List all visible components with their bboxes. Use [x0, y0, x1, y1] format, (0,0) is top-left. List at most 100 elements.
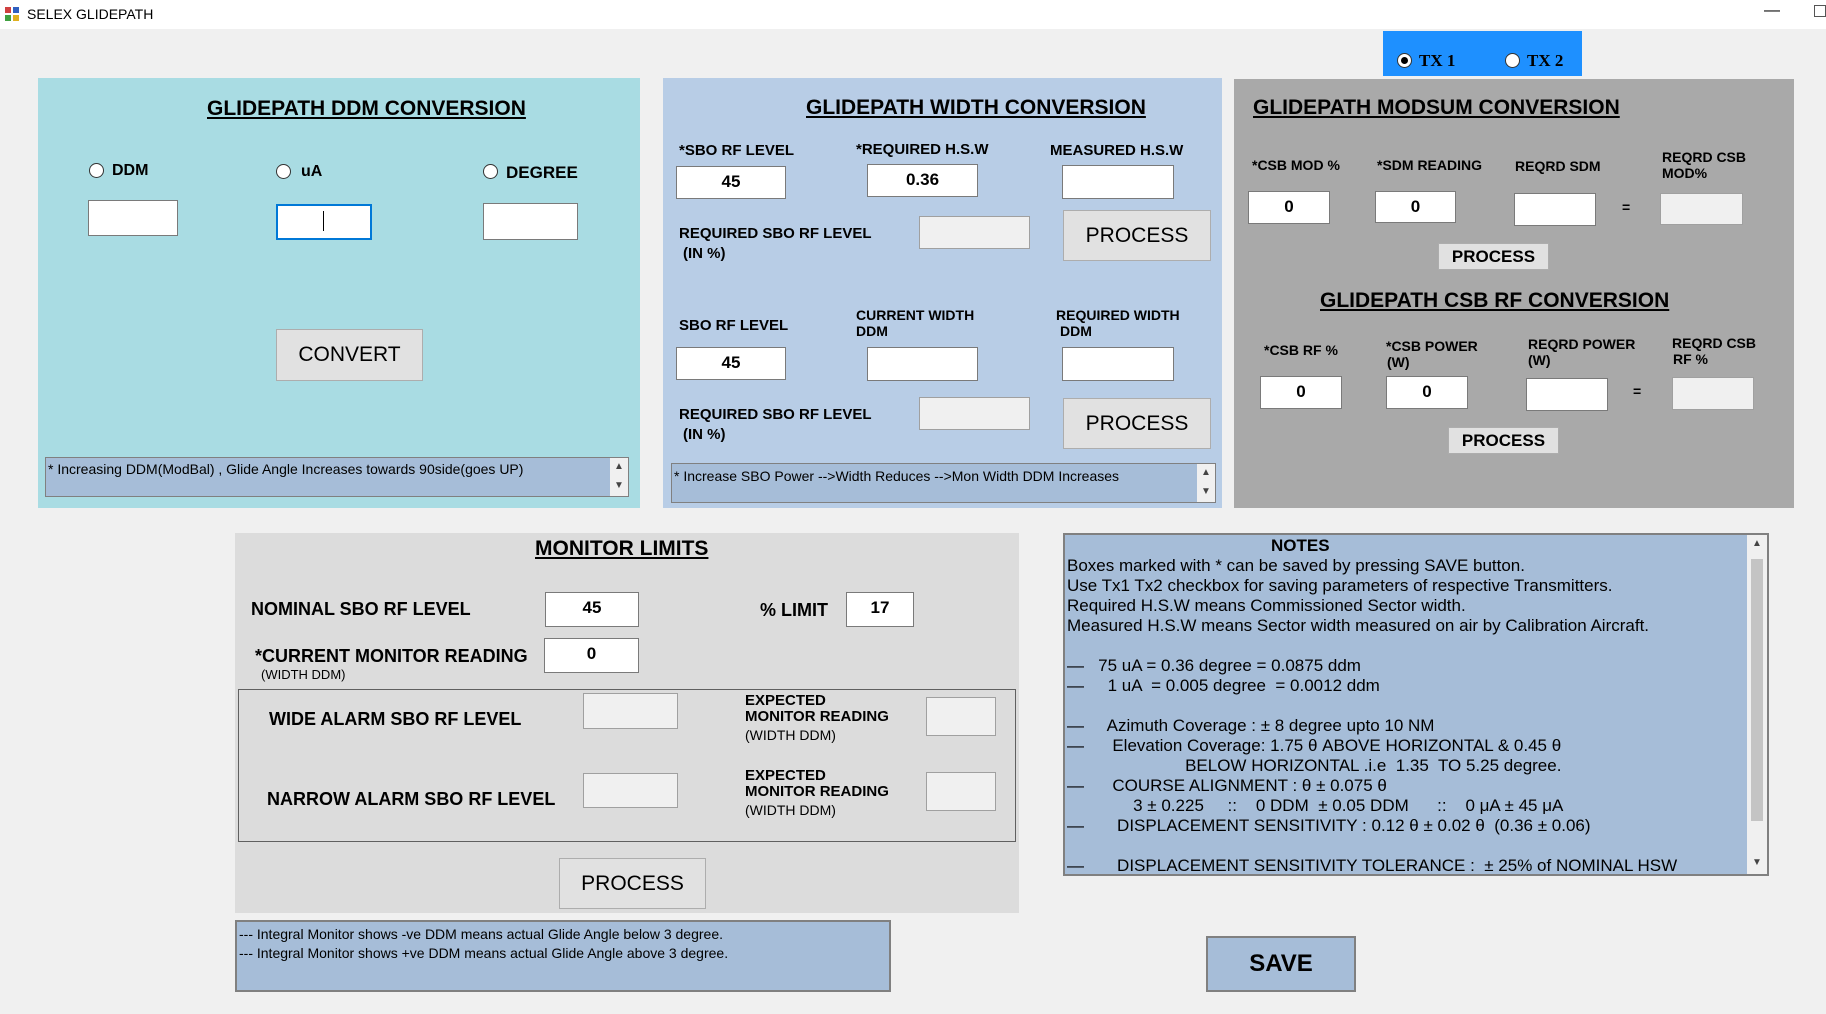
notes-line: — DISPLACEMENT SENSITIVITY : 0.12 θ ± 0.…	[1067, 816, 1591, 835]
meas-hsw-input[interactable]	[1062, 165, 1174, 199]
reqrd-csb-rf-output	[1672, 377, 1754, 410]
window-title: SELEX GLIDEPATH	[27, 6, 154, 22]
integral-note-line-1: --- Integral Monitor shows -ve DDM means…	[239, 926, 723, 942]
req-hsw-label: *REQUIRED H.S.W	[856, 141, 989, 158]
csb-mod-label: *CSB MOD %	[1252, 157, 1340, 173]
reqrd-sdm-input[interactable]	[1514, 193, 1596, 226]
width-note-box[interactable]: * Increase SBO Power -->Width Reduces --…	[671, 463, 1216, 503]
monitor-process-button[interactable]: PROCESS	[559, 858, 706, 909]
expected-wide-label-2: MONITOR READING	[745, 708, 889, 725]
notes-line	[1067, 836, 1677, 856]
csb-rf-label: *CSB RF %	[1264, 342, 1338, 358]
sbo-rf2-input[interactable]: 45	[676, 347, 786, 380]
monitor-panel-title: MONITOR LIMITS	[535, 537, 709, 560]
scroll-down-icon[interactable]: ▼	[1199, 486, 1213, 497]
alarm-group-box: WIDE ALARM SBO RF LEVEL EXPECTED MONITOR…	[238, 689, 1016, 842]
req-sbo-unit: (IN %)	[683, 245, 726, 262]
notes-line: — DISPLACEMENT SENSITIVITY TOLERANCE : ±…	[1067, 856, 1678, 875]
nominal-sbo-label: NOMINAL SBO RF LEVEL	[251, 599, 471, 619]
reqrd-csb-mod-output	[1660, 193, 1743, 225]
notes-box[interactable]: NOTES Boxes marked with * can be saved b…	[1063, 533, 1769, 876]
convert-button[interactable]: CONVERT	[276, 329, 423, 381]
reqrd-csb-rf-unit: RF %	[1673, 351, 1708, 367]
width-panel-title: GLIDEPATH WIDTH CONVERSION	[806, 96, 1146, 119]
degree-radio[interactable]	[483, 164, 498, 179]
percent-limit-label: % LIMIT	[760, 600, 828, 620]
reqrd-sdm-label: REQRD SDM	[1515, 158, 1601, 174]
csbrf-equals: =	[1633, 383, 1642, 399]
req-sbo2-unit: (IN %)	[683, 426, 726, 443]
tx1-radio[interactable]	[1397, 53, 1412, 68]
notes-line: 3 ± 0.225 :: 0 DDM ± 0.05 DDM :: 0 μA ± …	[1067, 796, 1564, 815]
nominal-sbo-input[interactable]: 45	[545, 592, 639, 627]
req-hsw-input[interactable]: 0.36	[867, 164, 978, 197]
ddm-note-text: * Increasing DDM(ModBal) , Glide Angle I…	[48, 461, 524, 477]
csb-power-input[interactable]: 0	[1386, 376, 1468, 409]
expected-narrow-label-2: MONITOR READING	[745, 783, 889, 800]
maximize-button[interactable]	[1814, 5, 1826, 17]
csbrf-process-button[interactable]: PROCESS	[1448, 427, 1559, 454]
ua-radio-label: uA	[301, 163, 323, 180]
expected-wide-output	[926, 697, 996, 736]
scroll-up-icon[interactable]: ▲	[1199, 467, 1213, 478]
csb-rf-input[interactable]: 0	[1260, 376, 1342, 409]
width-process-button[interactable]: PROCESS	[1063, 210, 1211, 261]
reqrd-power-unit: (W)	[1528, 352, 1551, 368]
current-monitor-sub: (WIDTH DDM)	[261, 667, 346, 682]
req-width-unit: DDM	[1060, 323, 1092, 339]
ddm-radio[interactable]	[89, 163, 104, 178]
notes-line: Use Tx1 Tx2 checkbox for saving paramete…	[1067, 576, 1613, 595]
ua-radio[interactable]	[276, 164, 291, 179]
ddm-radio-label: DDM	[112, 162, 149, 179]
wide-alarm-label: WIDE ALARM SBO RF LEVEL	[269, 709, 522, 729]
tx2-radio[interactable]	[1505, 53, 1520, 68]
monitor-limits-panel: MONITOR LIMITS NOMINAL SBO RF LEVEL 45 %…	[235, 533, 1019, 913]
notes-body: Boxes marked with * can be saved by pres…	[1067, 556, 1677, 876]
minimize-button[interactable]: —	[1760, 2, 1784, 20]
ddm-panel-title: GLIDEPATH DDM CONVERSION	[207, 97, 526, 120]
meas-hsw-label: MEASURED H.S.W	[1050, 142, 1184, 159]
scroll-up-icon[interactable]: ▲	[1750, 538, 1764, 549]
ua-input[interactable]	[276, 204, 372, 240]
reqrd-power-input[interactable]	[1526, 378, 1608, 411]
ddm-conversion-panel: GLIDEPATH DDM CONVERSION DDM uA DEGREE C…	[38, 78, 640, 508]
scroll-down-icon[interactable]: ▼	[1750, 857, 1764, 868]
notes-scroll-thumb[interactable]	[1751, 559, 1763, 821]
sbo-rf2-label: SBO RF LEVEL	[679, 317, 789, 334]
sbo-rf-input[interactable]: 45	[676, 166, 786, 199]
expected-narrow-sub: (WIDTH DDM)	[745, 802, 836, 818]
degree-input[interactable]	[483, 203, 578, 240]
ddm-note-box[interactable]: * Increasing DDM(ModBal) , Glide Angle I…	[45, 457, 629, 497]
width-process2-button[interactable]: PROCESS	[1063, 398, 1211, 449]
req-sbo2-output	[919, 397, 1030, 430]
notes-line	[1067, 696, 1677, 716]
scroll-down-icon[interactable]: ▼	[612, 480, 626, 491]
notes-line: BELOW HORIZONTAL .i.e 1.35 TO 5.25 degre…	[1067, 756, 1562, 775]
reqrd-power-label: REQRD POWER	[1528, 336, 1636, 352]
text-cursor	[323, 211, 324, 231]
scroll-up-icon[interactable]: ▲	[612, 461, 626, 472]
cur-width-unit: DDM	[856, 323, 888, 339]
expected-wide-label: EXPECTED	[745, 692, 826, 709]
wide-alarm-output	[583, 693, 678, 729]
cur-width-input[interactable]	[867, 347, 978, 381]
percent-limit-input[interactable]: 17	[846, 592, 914, 627]
csbrf-panel-title: GLIDEPATH CSB RF CONVERSION	[1320, 289, 1670, 312]
sbo-rf-label: *SBO RF LEVEL	[679, 142, 795, 159]
req-sbo2-label: REQUIRED SBO RF LEVEL	[679, 406, 872, 423]
current-monitor-label: *CURRENT MONITOR READING	[255, 646, 528, 666]
narrow-alarm-label: NARROW ALARM SBO RF LEVEL	[267, 789, 556, 809]
notes-line: — 75 uA = 0.36 degree = 0.0875 ddm	[1067, 656, 1361, 675]
degree-radio-label: DEGREE	[506, 163, 578, 182]
modsum-process-button[interactable]: PROCESS	[1438, 243, 1549, 270]
sdm-reading-input[interactable]: 0	[1375, 191, 1456, 223]
csb-mod-input[interactable]: 0	[1248, 191, 1330, 224]
modsum-panel-title: GLIDEPATH MODSUM CONVERSION	[1253, 96, 1620, 119]
ddm-input[interactable]	[88, 200, 178, 236]
notes-title: NOTES	[1271, 536, 1330, 555]
save-button[interactable]: SAVE	[1206, 936, 1356, 992]
reqrd-csb-rf-label: REQRD CSB	[1672, 335, 1757, 351]
integral-monitor-note: --- Integral Monitor shows -ve DDM means…	[235, 920, 891, 992]
req-width-input[interactable]	[1062, 347, 1174, 381]
current-monitor-input[interactable]: 0	[544, 638, 639, 673]
